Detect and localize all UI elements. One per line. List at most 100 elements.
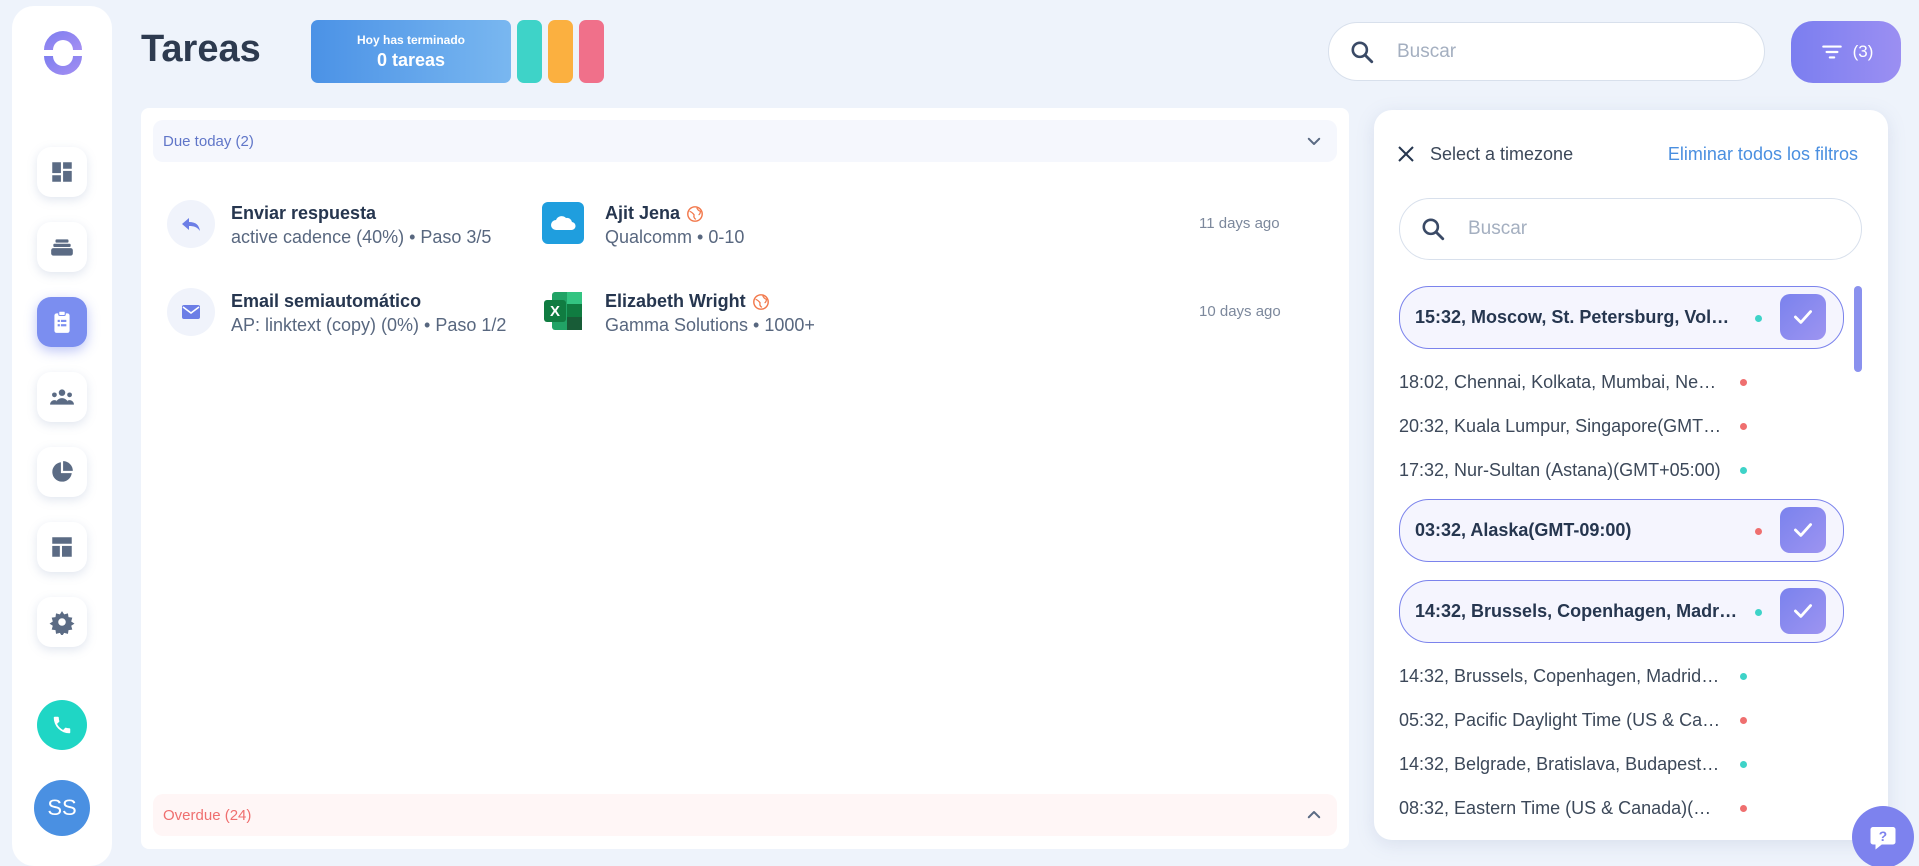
check-icon [1794,604,1812,618]
checkbox-checked[interactable] [1780,294,1826,340]
dashboard-icon [52,162,72,182]
search-icon [1422,218,1445,241]
timezone-option-label: 20:32, Kuala Lumpur, Singapore(GMT+08:00… [1399,416,1724,436]
svg-text:X: X [550,303,560,320]
chat-help-icon: ? [1870,827,1896,850]
app-logo[interactable] [38,28,88,78]
mail-icon [182,305,200,319]
help-chat-button[interactable]: ? [1852,806,1914,866]
checkbox-checked[interactable] [1780,588,1826,634]
checkbox-checked[interactable] [1780,507,1826,553]
layout-icon [52,537,72,557]
sidebar-item-settings[interactable] [37,597,87,647]
status-dot [1740,717,1747,724]
timezone-panel-title: Select a timezone [1430,144,1574,164]
timezone-option-label: 14:32, Brussels, Copenhagen, Madrid, Par… [1399,666,1724,686]
task-title[interactable]: Enviar respuesta [231,203,376,224]
svg-text:?: ? [1879,829,1887,844]
phone-icon [53,716,71,734]
timezone-option[interactable]: 17:32, Nur-Sultan (Astana)(GMT+05:00) [1399,455,1844,485]
completed-today-count: 0 tareas [376,50,446,70]
due-today-header[interactable]: Due today (2) [153,120,1337,162]
status-dot [1740,761,1747,768]
timezone-option[interactable]: 14:32, Brussels, Copenhagen, Madrid, Par… [1399,580,1844,643]
task-row[interactable]: Email semiautomático AP: linktext (copy)… [141,280,1349,350]
progress-pill-teal[interactable] [517,20,542,83]
timezone-option-label: 08:32, Eastern Time (US & Canada)(GMT-04… [1399,798,1724,818]
timezone-option[interactable]: 05:32, Pacific Daylight Time (US & Canad… [1399,705,1844,735]
search-input[interactable] [1397,40,1737,63]
page-title: Tareas [141,28,261,70]
task-time: 11 days ago [1199,215,1280,232]
due-today-label: Due today (2) [163,132,254,150]
filter-button[interactable]: (3) [1791,21,1901,83]
user-avatar[interactable]: SS [34,780,90,836]
sidebar-item-reports[interactable] [37,447,87,497]
timezone-option[interactable]: 14:32, Brussels, Copenhagen, Madrid, Par… [1399,661,1844,691]
timezone-option[interactable]: 18:02, Chennai, Kolkata, Mumbai, New Del… [1399,367,1844,397]
timezone-search-input[interactable] [1468,218,1848,240]
spreadsheet-icon: X [544,292,582,330]
timezone-option-label: 18:02, Chennai, Kolkata, Mumbai, New Del… [1399,372,1724,392]
timezone-option[interactable]: 14:32, Belgrade, Bratislava, Budapest, L… [1399,749,1844,779]
timezone-filter-panel: Select a timezone Eliminar todos los fil… [1374,110,1888,840]
sidebar-item-templates[interactable] [37,522,87,572]
task-title[interactable]: Email semiautomático [231,291,421,312]
timezone-option[interactable]: 08:32, Eastern Time (US & Canada)(GMT-04… [1399,793,1844,823]
task-time: 10 days ago [1199,303,1281,320]
close-icon[interactable] [1396,144,1416,164]
status-dot [1755,315,1762,322]
status-dot [1755,609,1762,616]
contact-company: Gamma Solutions • 1000+ [605,315,815,335]
sidebar-item-tasks[interactable] [37,297,87,347]
phone-button[interactable] [37,700,87,750]
task-subtitle: AP: linktext (copy) (0%) • Paso 1/2 [231,315,507,335]
chevron-up-icon[interactable] [1305,806,1323,824]
timezone-option-label: 05:32, Pacific Daylight Time (US & Canad… [1399,710,1724,730]
timezone-option[interactable]: 15:32, Moscow, St. Petersburg, Volgograd… [1399,286,1844,349]
status-dot [1740,467,1747,474]
status-dot [1740,423,1747,430]
status-dot [1755,528,1762,535]
filter-count: (3) [1852,42,1874,61]
progress-pill-orange[interactable] [548,20,573,83]
contact-company: Qualcomm • 0-10 [605,227,745,247]
timezone-option-label: 14:32, Belgrade, Bratislava, Budapest, L… [1399,754,1724,774]
sidebar-item-inbox[interactable] [37,222,87,272]
sidebar-item-contacts[interactable] [37,372,87,422]
excel-logo: X [542,290,584,332]
people-icon [50,389,74,405]
stack-icon [51,239,73,256]
filter-icon [1821,45,1842,59]
timezone-option[interactable]: 03:32, Alaska(GMT-09:00) [1399,499,1844,562]
chevron-down-icon[interactable] [1305,132,1323,150]
overdue-label: Overdue (24) [163,806,252,824]
contact-name[interactable]: Ajit Jena [605,203,704,224]
pie-chart-icon [52,461,73,482]
contact-name-text: Ajit Jena [605,203,681,223]
salesforce-logo [542,202,584,244]
clipboard-icon [54,310,70,333]
contact-name[interactable]: Elizabeth Wright [605,291,770,312]
timezone-option[interactable]: 20:32, Kuala Lumpur, Singapore(GMT+08:00… [1399,411,1844,441]
clear-filters-link[interactable]: Eliminar todos los filtros [1668,144,1858,165]
task-subtitle: active cadence (40%) • Paso 3/5 [231,227,492,247]
globe-icon [687,205,703,222]
task-type-badge [167,288,215,336]
timezone-option-label: 14:32, Brussels, Copenhagen, Madrid, Par… [1415,601,1740,621]
status-dot [1740,673,1747,680]
sidebar-item-dashboard[interactable] [37,147,87,197]
reply-icon [182,218,200,231]
overdue-header[interactable]: Overdue (24) [153,794,1337,836]
check-icon [1794,523,1812,537]
task-row[interactable]: Enviar respuesta active cadence (40%) • … [141,192,1349,262]
timezone-option-label: 17:32, Nur-Sultan (Astana)(GMT+05:00) [1399,460,1721,480]
timezone-option-label: 03:32, Alaska(GMT-09:00) [1415,520,1632,540]
completed-today-label: Hoy has terminado [356,33,466,47]
sidebar: SS [12,6,112,866]
progress-pill-pink[interactable] [579,20,604,83]
scrollbar-thumb[interactable] [1854,286,1862,372]
status-dot [1740,379,1747,386]
task-list-panel: Due today (2) Enviar respuesta active ca… [141,108,1349,849]
gear-icon [49,611,75,635]
